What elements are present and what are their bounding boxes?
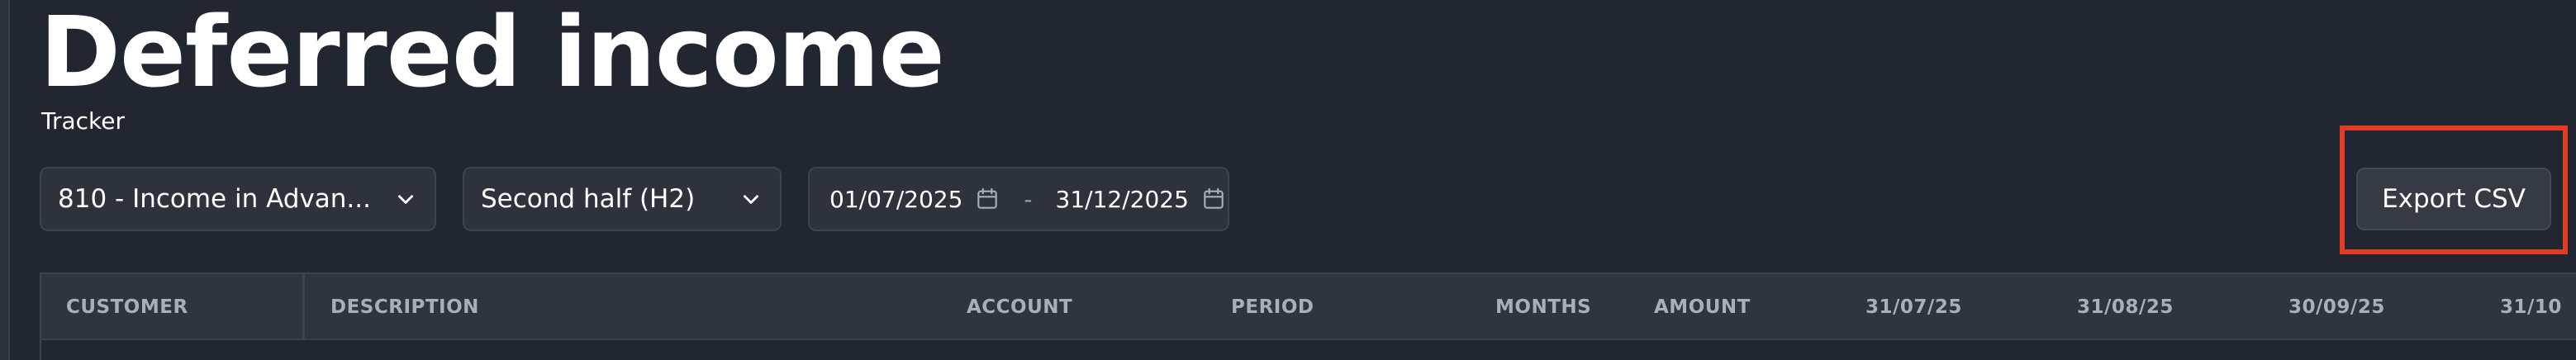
column-header-period[interactable]: PERIOD [1231, 274, 1314, 340]
column-header-description[interactable]: DESCRIPTION [330, 274, 479, 340]
column-header-months[interactable]: MONTHS [1495, 274, 1591, 340]
period-select[interactable]: Second half (H2) [463, 167, 782, 231]
export-csv-button[interactable]: Export CSV [2356, 168, 2551, 230]
column-header-month-3[interactable]: 30/09/25 [2288, 274, 2385, 340]
date-range-separator: - [1024, 185, 1033, 213]
end-date-input[interactable]: 31/12/2025 [1056, 186, 1189, 213]
page-title: Deferred income [40, 0, 945, 109]
column-header-month-2[interactable]: 31/08/25 [2077, 274, 2174, 340]
period-select-value: Second half (H2) [481, 184, 696, 214]
calendar-icon[interactable] [974, 186, 1000, 212]
start-date-input[interactable]: 01/07/2025 [829, 186, 962, 213]
chevron-down-icon [393, 187, 418, 211]
column-header-account[interactable]: ACCOUNT [967, 274, 1072, 340]
column-header-month-1[interactable]: 31/07/25 [1865, 274, 1962, 340]
chevron-down-icon [739, 187, 763, 211]
calendar-icon[interactable] [1200, 186, 1227, 212]
page-subtitle: Tracker [41, 107, 126, 135]
account-select[interactable]: 810 - Income in Advan... [40, 167, 436, 231]
date-range-picker[interactable]: 01/07/2025 - 31/12/2025 [808, 167, 1229, 231]
table-header-row: CUSTOMER DESCRIPTION ACCOUNT PERIOD MONT… [40, 272, 2576, 360]
left-rail [0, 0, 10, 360]
deferred-income-page: Deferred income Tracker 810 - Income in … [0, 0, 2576, 360]
column-header-customer[interactable]: CUSTOMER [66, 274, 188, 340]
column-header-month-4[interactable]: 31/10 [2500, 274, 2562, 340]
column-header-amount[interactable]: AMOUNT [1654, 274, 1751, 340]
account-select-value: 810 - Income in Advan... [58, 184, 371, 214]
table-body [40, 339, 2576, 360]
